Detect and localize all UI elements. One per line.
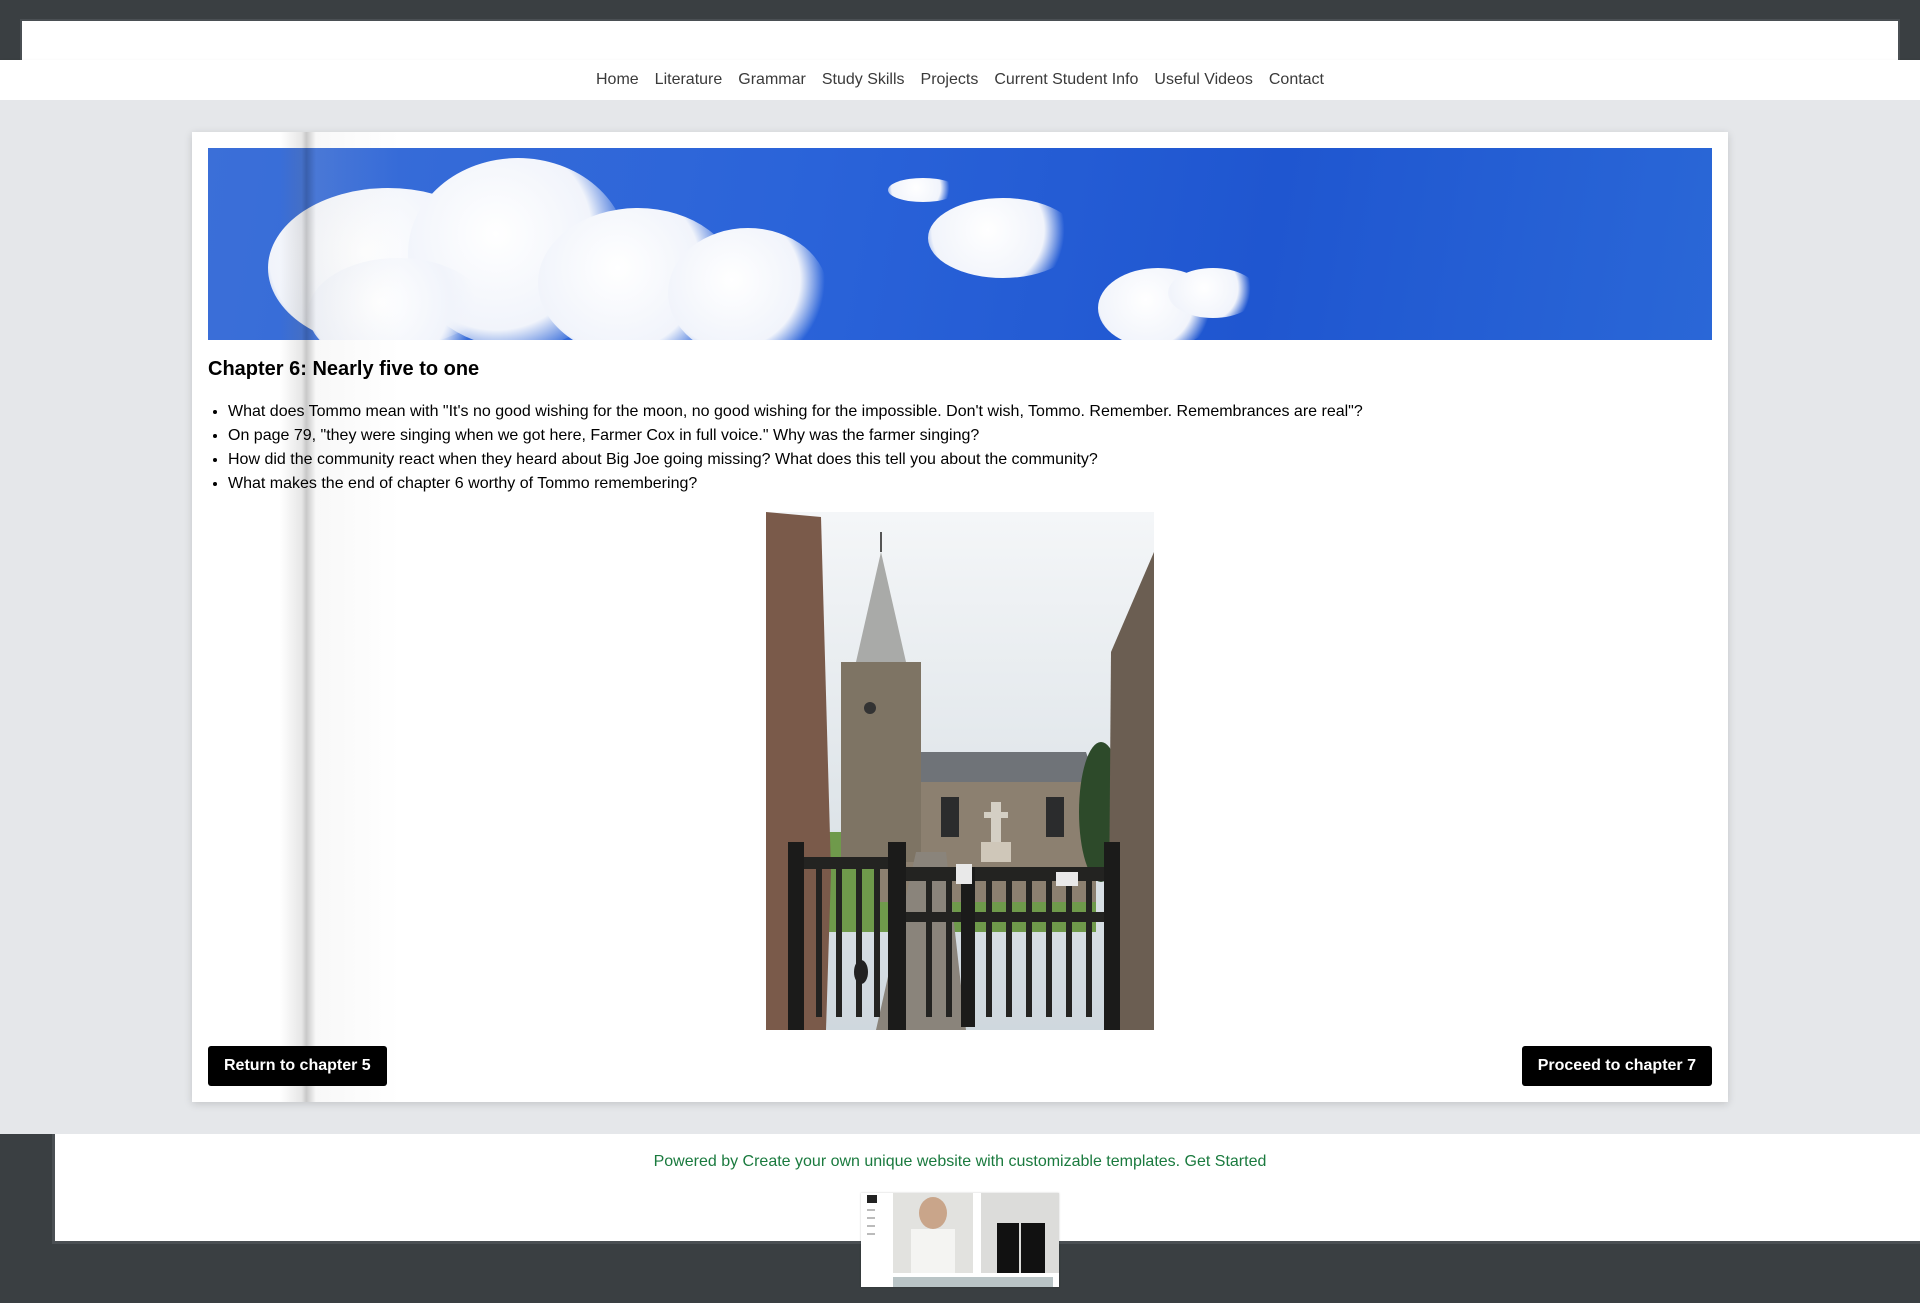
nav-projects[interactable]: Projects (913, 71, 987, 89)
nav-current-student-info[interactable]: Current Student Info (986, 71, 1146, 89)
list-item: On page 79, "they were singing when we g… (228, 424, 1708, 448)
nav-useful-videos[interactable]: Useful Videos (1146, 71, 1260, 89)
proceed-chapter-7-button[interactable]: Proceed to chapter 7 (1521, 1046, 1712, 1086)
return-chapter-5-button[interactable]: Return to chapter 5 (208, 1046, 387, 1086)
chapter-title: Chapter 6: Nearly five to one (208, 358, 480, 380)
main-navigation: Home Literature Grammar Study Skills Pro… (0, 60, 1920, 100)
church-photo (766, 512, 1154, 1030)
list-item: What makes the end of chapter 6 worthy o… (228, 472, 1708, 496)
list-item: What does Tommo mean with "It's no good … (228, 400, 1708, 424)
nav-home[interactable]: Home (588, 71, 647, 89)
template-preview-image[interactable] (861, 1193, 1059, 1287)
sky-banner-image (208, 148, 1712, 340)
powered-by-link[interactable]: Powered by Create your own unique websit… (0, 1153, 1920, 1171)
list-item: How did the community react when they he… (228, 448, 1708, 472)
nav-contact[interactable]: Contact (1261, 71, 1332, 89)
nav-grammar[interactable]: Grammar (730, 71, 814, 89)
nav-literature[interactable]: Literature (647, 71, 731, 89)
question-list: What does Tommo mean with "It's no good … (208, 400, 1708, 496)
top-frame (20, 19, 1900, 64)
nav-study-skills[interactable]: Study Skills (814, 71, 913, 89)
content-card: Chapter 6: Nearly five to one What does … (192, 132, 1728, 1102)
